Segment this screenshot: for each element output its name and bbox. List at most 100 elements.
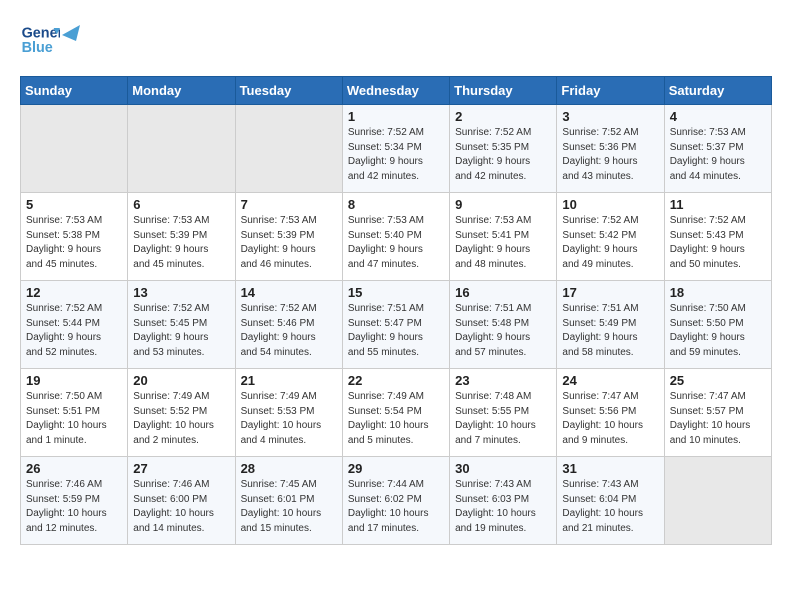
header-saturday: Saturday <box>664 77 771 105</box>
day-number: 31 <box>562 461 658 476</box>
day-info: Sunrise: 7:52 AM Sunset: 5:44 PM Dayligh… <box>26 302 122 360</box>
day-number: 11 <box>670 197 766 212</box>
day-info: Sunrise: 7:47 AM Sunset: 5:56 PM Dayligh… <box>562 390 658 448</box>
calendar-cell: 30Sunrise: 7:43 AM Sunset: 6:03 PM Dayli… <box>450 457 557 545</box>
header-tuesday: Tuesday <box>235 77 342 105</box>
calendar-cell: 2Sunrise: 7:52 AM Sunset: 5:35 PM Daylig… <box>450 105 557 193</box>
day-info: Sunrise: 7:43 AM Sunset: 6:04 PM Dayligh… <box>562 478 658 536</box>
calendar-cell <box>128 105 235 193</box>
day-info: Sunrise: 7:51 AM Sunset: 5:48 PM Dayligh… <box>455 302 551 360</box>
calendar-cell: 5Sunrise: 7:53 AM Sunset: 5:38 PM Daylig… <box>21 193 128 281</box>
day-info: Sunrise: 7:49 AM Sunset: 5:53 PM Dayligh… <box>241 390 337 448</box>
day-info: Sunrise: 7:47 AM Sunset: 5:57 PM Dayligh… <box>670 390 766 448</box>
logo-icon: General Blue <box>20 20 60 60</box>
day-number: 6 <box>133 197 229 212</box>
day-info: Sunrise: 7:43 AM Sunset: 6:03 PM Dayligh… <box>455 478 551 536</box>
calendar-cell <box>235 105 342 193</box>
calendar-cell: 16 Sunrise: 7:51 AM Sunset: 5:48 PM Dayli… <box>450 281 557 369</box>
calendar-cell: 18Sunrise: 7:50 AM Sunset: 5:50 PM Dayli… <box>664 281 771 369</box>
calendar-cell: 13 Sunrise: 7:52 AM Sunset: 5:45 PM Dayli… <box>128 281 235 369</box>
day-number: 17 <box>562 285 658 300</box>
day-number: 27 <box>133 461 229 476</box>
day-number: 3 <box>562 109 658 124</box>
calendar-cell: 17 Sunrise: 7:51 AM Sunset: 5:49 PM Dayli… <box>557 281 664 369</box>
calendar-cell: 6 Sunrise: 7:53 AM Sunset: 5:39 PM Daylig… <box>128 193 235 281</box>
header-thursday: Thursday <box>450 77 557 105</box>
day-info: Sunrise: 7:51 AM Sunset: 5:47 PM Dayligh… <box>348 302 444 360</box>
calendar-cell: 15 Sunrise: 7:51 AM Sunset: 5:47 PM Dayli… <box>342 281 449 369</box>
day-number: 8 <box>348 197 444 212</box>
day-info: Sunrise: 7:53 AM Sunset: 5:38 PM Dayligh… <box>26 214 122 272</box>
day-info: Sunrise: 7:49 AM Sunset: 5:54 PM Dayligh… <box>348 390 444 448</box>
calendar-cell: 28 Sunrise: 7:45 AM Sunset: 6:01 PM Dayli… <box>235 457 342 545</box>
calendar-cell: 24 Sunrise: 7:47 AM Sunset: 5:56 PM Dayli… <box>557 369 664 457</box>
day-info: Sunrise: 7:45 AM Sunset: 6:01 PM Dayligh… <box>241 478 337 536</box>
day-number: 18 <box>670 285 766 300</box>
calendar-cell: 10 Sunrise: 7:52 AM Sunset: 5:42 PM Dayli… <box>557 193 664 281</box>
day-number: 7 <box>241 197 337 212</box>
calendar-cell: 25 Sunrise: 7:47 AM Sunset: 5:57 PM Dayli… <box>664 369 771 457</box>
day-info: Sunrise: 7:52 AM Sunset: 5:34 PM Dayligh… <box>348 126 444 184</box>
calendar-week-row: 1 Sunrise: 7:52 AM Sunset: 5:34 PM Daylig… <box>21 105 772 193</box>
calendar-cell: 31 Sunrise: 7:43 AM Sunset: 6:04 PM Dayli… <box>557 457 664 545</box>
logo: General Blue <box>20 20 80 60</box>
header-monday: Monday <box>128 77 235 105</box>
day-number: 9 <box>455 197 551 212</box>
svg-text:Blue: Blue <box>22 40 53 56</box>
calendar-cell: 7 Sunrise: 7:53 AM Sunset: 5:39 PM Daylig… <box>235 193 342 281</box>
calendar-cell: 23 Sunrise: 7:48 AM Sunset: 5:55 PM Dayli… <box>450 369 557 457</box>
day-info: Sunrise: 7:52 AM Sunset: 5:36 PM Dayligh… <box>562 126 658 184</box>
calendar-week-row: 26Sunrise: 7:46 AM Sunset: 5:59 PM Dayli… <box>21 457 772 545</box>
calendar-cell: 4 Sunrise: 7:53 AM Sunset: 5:37 PM Daylig… <box>664 105 771 193</box>
day-number: 13 <box>133 285 229 300</box>
day-number: 22 <box>348 373 444 388</box>
calendar-table: SundayMondayTuesdayWednesdayThursdayFrid… <box>20 76 772 545</box>
calendar-cell: 27 Sunrise: 7:46 AM Sunset: 6:00 PM Dayli… <box>128 457 235 545</box>
day-info: Sunrise: 7:51 AM Sunset: 5:49 PM Dayligh… <box>562 302 658 360</box>
calendar-cell: 1 Sunrise: 7:52 AM Sunset: 5:34 PM Daylig… <box>342 105 449 193</box>
calendar-cell: 21Sunrise: 7:49 AM Sunset: 5:53 PM Dayli… <box>235 369 342 457</box>
day-info: Sunrise: 7:49 AM Sunset: 5:52 PM Dayligh… <box>133 390 229 448</box>
day-info: Sunrise: 7:52 AM Sunset: 5:45 PM Dayligh… <box>133 302 229 360</box>
day-info: Sunrise: 7:53 AM Sunset: 5:37 PM Dayligh… <box>670 126 766 184</box>
header-friday: Friday <box>557 77 664 105</box>
day-number: 25 <box>670 373 766 388</box>
day-number: 12 <box>26 285 122 300</box>
day-info: Sunrise: 7:53 AM Sunset: 5:40 PM Dayligh… <box>348 214 444 272</box>
calendar-cell: 29 Sunrise: 7:44 AM Sunset: 6:02 PM Dayli… <box>342 457 449 545</box>
day-info: Sunrise: 7:46 AM Sunset: 6:00 PM Dayligh… <box>133 478 229 536</box>
calendar-header-row: SundayMondayTuesdayWednesdayThursdayFrid… <box>21 77 772 105</box>
day-number: 20 <box>133 373 229 388</box>
day-number: 16 <box>455 285 551 300</box>
day-info: Sunrise: 7:44 AM Sunset: 6:02 PM Dayligh… <box>348 478 444 536</box>
day-number: 14 <box>241 285 337 300</box>
day-number: 29 <box>348 461 444 476</box>
calendar-week-row: 12 Sunrise: 7:52 AM Sunset: 5:44 PM Dayli… <box>21 281 772 369</box>
calendar-cell: 19Sunrise: 7:50 AM Sunset: 5:51 PM Dayli… <box>21 369 128 457</box>
day-info: Sunrise: 7:50 AM Sunset: 5:51 PM Dayligh… <box>26 390 122 448</box>
calendar-cell: 22 Sunrise: 7:49 AM Sunset: 5:54 PM Dayli… <box>342 369 449 457</box>
calendar-cell: 14 Sunrise: 7:52 AM Sunset: 5:46 PM Dayli… <box>235 281 342 369</box>
calendar-cell: 11 Sunrise: 7:52 AM Sunset: 5:43 PM Dayli… <box>664 193 771 281</box>
calendar-cell <box>664 457 771 545</box>
day-info: Sunrise: 7:52 AM Sunset: 5:35 PM Dayligh… <box>455 126 551 184</box>
day-number: 28 <box>241 461 337 476</box>
day-number: 23 <box>455 373 551 388</box>
header-sunday: Sunday <box>21 77 128 105</box>
page-header: General Blue <box>20 20 772 60</box>
day-info: Sunrise: 7:53 AM Sunset: 5:41 PM Dayligh… <box>455 214 551 272</box>
day-number: 26 <box>26 461 122 476</box>
day-info: Sunrise: 7:53 AM Sunset: 5:39 PM Dayligh… <box>133 214 229 272</box>
day-info: Sunrise: 7:48 AM Sunset: 5:55 PM Dayligh… <box>455 390 551 448</box>
logo-wing-icon <box>56 21 80 49</box>
day-number: 24 <box>562 373 658 388</box>
day-info: Sunrise: 7:52 AM Sunset: 5:43 PM Dayligh… <box>670 214 766 272</box>
day-number: 4 <box>670 109 766 124</box>
day-info: Sunrise: 7:52 AM Sunset: 5:42 PM Dayligh… <box>562 214 658 272</box>
day-info: Sunrise: 7:52 AM Sunset: 5:46 PM Dayligh… <box>241 302 337 360</box>
calendar-cell: 26Sunrise: 7:46 AM Sunset: 5:59 PM Dayli… <box>21 457 128 545</box>
day-number: 1 <box>348 109 444 124</box>
day-number: 10 <box>562 197 658 212</box>
day-number: 15 <box>348 285 444 300</box>
day-info: Sunrise: 7:53 AM Sunset: 5:39 PM Dayligh… <box>241 214 337 272</box>
